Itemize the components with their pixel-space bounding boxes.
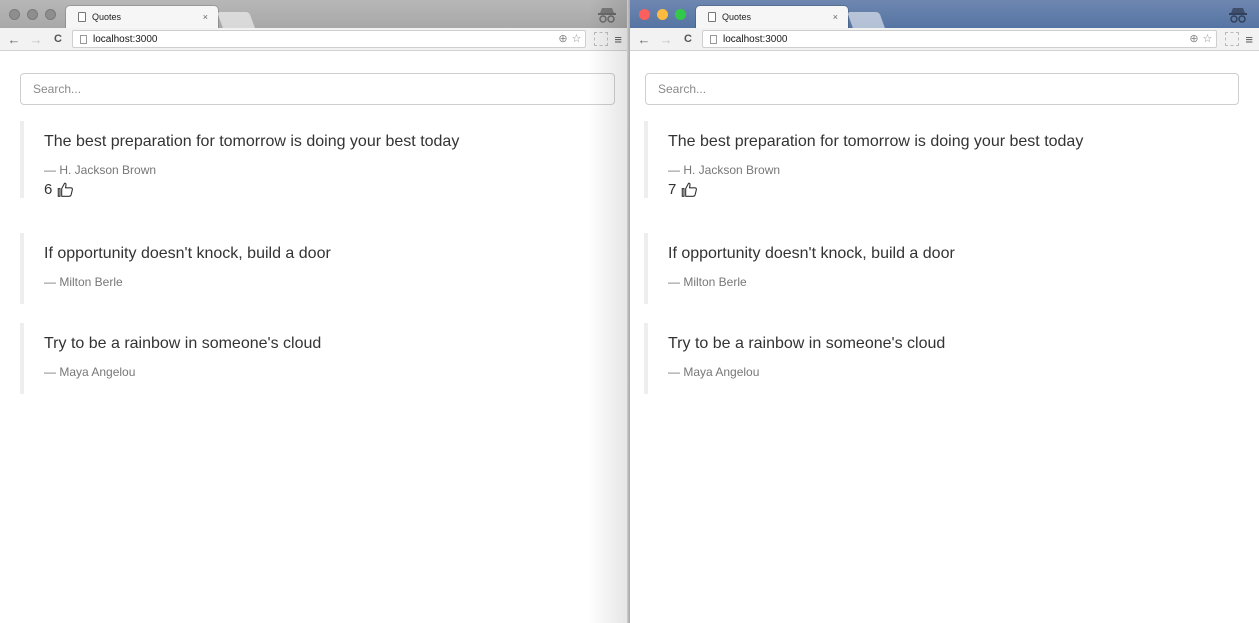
like-count: 6 xyxy=(44,181,53,198)
back-arrow-icon[interactable]: ← xyxy=(6,32,22,47)
like-counter[interactable]: 6 xyxy=(44,181,459,198)
quote-item: If opportunity doesn't knock, build a do… xyxy=(20,233,331,304)
thumbs-up-icon[interactable] xyxy=(681,181,698,198)
browser-toolbar: ← → C localhost:3000 ⊕ ☆ ≡ xyxy=(630,28,1259,51)
reload-icon[interactable]: C xyxy=(50,33,66,45)
quote-item: The best preparation for tomorrow is doi… xyxy=(20,121,459,198)
zoom-icon[interactable]: ⊕ xyxy=(558,32,567,45)
url-host: localhost xyxy=(723,33,763,45)
bookmark-star-icon[interactable]: ☆ xyxy=(1203,32,1213,45)
zoom-window-button[interactable] xyxy=(675,9,686,20)
search-input[interactable] xyxy=(20,73,615,105)
url-port: :3000 xyxy=(762,33,788,45)
tab-close-icon[interactable]: × xyxy=(203,12,208,22)
url-host: localhost xyxy=(93,33,133,45)
close-window-button[interactable] xyxy=(9,9,20,20)
incognito-icon xyxy=(1229,8,1247,23)
like-counter[interactable]: 7 xyxy=(668,181,1083,198)
back-arrow-icon[interactable]: ← xyxy=(636,32,652,47)
page-icon xyxy=(78,12,86,22)
quote-author: — Milton Berle xyxy=(44,275,123,289)
tab-quotes[interactable]: Quotes × xyxy=(66,6,218,28)
quote-author: — Milton Berle xyxy=(668,275,747,289)
quote-text: If opportunity doesn't knock, build a do… xyxy=(668,245,955,262)
quote-author: — Maya Angelou xyxy=(668,365,760,379)
forward-arrow-icon[interactable]: → xyxy=(658,32,674,47)
page-content: The best preparation for tomorrow is doi… xyxy=(0,51,628,623)
url-port: :3000 xyxy=(132,33,158,45)
title-bar: Quotes × xyxy=(630,0,1259,28)
like-count: 7 xyxy=(668,181,677,198)
tab-title: Quotes xyxy=(722,12,752,22)
reload-icon[interactable]: C xyxy=(680,33,696,45)
page-icon xyxy=(710,34,717,44)
page-icon xyxy=(80,34,87,44)
quote-text: Try to be a rainbow in someone's cloud xyxy=(44,335,322,352)
incognito-icon xyxy=(598,8,616,23)
tab-quotes[interactable]: Quotes × xyxy=(696,6,848,28)
quote-text: The best preparation for tomorrow is doi… xyxy=(44,133,460,150)
new-tab-button[interactable] xyxy=(847,12,885,28)
quote-item: If opportunity doesn't knock, build a do… xyxy=(644,233,955,304)
quote-author: — H. Jackson Brown xyxy=(44,163,157,177)
hamburger-menu-icon[interactable]: ≡ xyxy=(614,32,622,47)
minimize-window-button[interactable] xyxy=(27,9,38,20)
quote-item: Try to be a rainbow in someone's cloud —… xyxy=(20,323,321,394)
quote-text: Try to be a rainbow in someone's cloud xyxy=(668,335,946,352)
quote-item: Try to be a rainbow in someone's cloud —… xyxy=(644,323,945,394)
page-icon xyxy=(708,12,716,22)
quote-item: The best preparation for tomorrow is doi… xyxy=(644,121,1083,198)
search-input[interactable] xyxy=(645,73,1239,105)
address-bar[interactable]: localhost:3000 ⊕ ☆ xyxy=(72,30,587,48)
minimize-window-button[interactable] xyxy=(657,9,668,20)
quote-text: The best preparation for tomorrow is doi… xyxy=(668,133,1084,150)
forward-arrow-icon[interactable]: → xyxy=(28,32,44,47)
tab-close-icon[interactable]: × xyxy=(833,12,838,22)
window-controls xyxy=(639,9,686,20)
page-content: The best preparation for tomorrow is doi… xyxy=(630,51,1259,623)
close-window-button[interactable] xyxy=(639,9,650,20)
browser-toolbar: ← → C localhost:3000 ⊕ ☆ ≡ xyxy=(0,28,628,51)
zoom-icon[interactable]: ⊕ xyxy=(1189,32,1198,45)
address-bar[interactable]: localhost:3000 ⊕ ☆ xyxy=(702,30,1218,48)
bookmark-star-icon[interactable]: ☆ xyxy=(572,32,582,45)
browser-window-right: Quotes × ← → C localhost:3000 ⊕ ☆ ≡ The … xyxy=(630,0,1259,623)
hamburger-menu-icon[interactable]: ≡ xyxy=(1245,32,1253,47)
extension-icon[interactable] xyxy=(1225,32,1240,46)
quote-text: If opportunity doesn't knock, build a do… xyxy=(44,245,331,262)
quote-author: — H. Jackson Brown xyxy=(668,163,781,177)
thumbs-up-icon[interactable] xyxy=(57,181,74,198)
window-controls xyxy=(9,9,56,20)
zoom-window-button[interactable] xyxy=(45,9,56,20)
tab-title: Quotes xyxy=(92,12,122,22)
extension-icon[interactable] xyxy=(594,32,609,46)
title-bar: Quotes × xyxy=(0,0,628,28)
new-tab-button[interactable] xyxy=(217,12,255,28)
browser-window-left: Quotes × ← → C localhost:3000 ⊕ ☆ ≡ The … xyxy=(0,0,628,623)
quote-author: — Maya Angelou xyxy=(44,365,136,379)
